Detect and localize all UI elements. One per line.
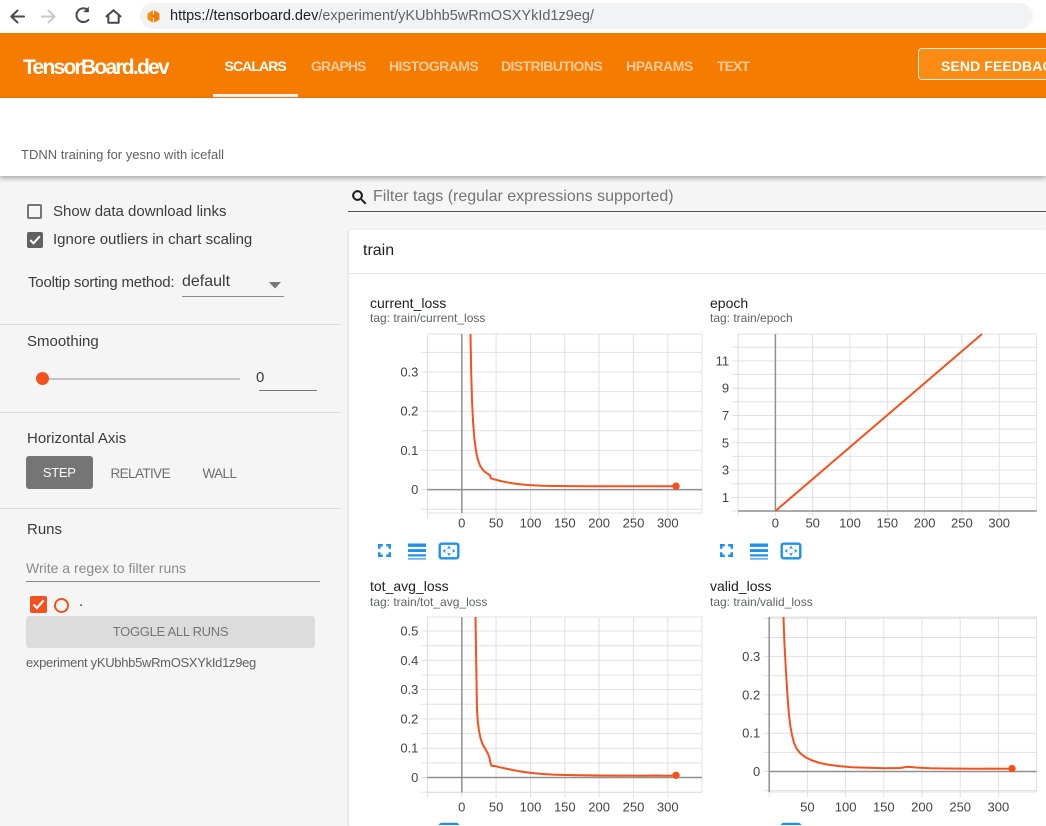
- svg-text:3: 3: [722, 463, 729, 478]
- svg-text:300: 300: [988, 516, 1010, 531]
- svg-text:7: 7: [722, 408, 729, 423]
- svg-text:50: 50: [489, 516, 503, 531]
- svg-text:0.3: 0.3: [400, 682, 418, 697]
- svg-text:250: 250: [623, 516, 645, 531]
- svg-text:0.2: 0.2: [400, 404, 418, 419]
- svg-text:50: 50: [800, 800, 814, 815]
- svg-text:0.3: 0.3: [742, 649, 760, 664]
- svg-text:150: 150: [554, 800, 576, 815]
- svg-text:0.2: 0.2: [400, 711, 418, 726]
- svg-text:0.3: 0.3: [400, 365, 418, 380]
- svg-text:0: 0: [411, 482, 418, 497]
- svg-text:250: 250: [949, 800, 971, 815]
- svg-text:250: 250: [951, 516, 973, 531]
- svg-text:0.1: 0.1: [742, 726, 760, 741]
- svg-text:100: 100: [839, 516, 861, 531]
- svg-text:150: 150: [554, 516, 576, 531]
- svg-text:1: 1: [722, 490, 729, 505]
- svg-text:300: 300: [988, 800, 1010, 815]
- svg-text:200: 200: [911, 800, 933, 815]
- svg-text:0.2: 0.2: [742, 687, 760, 702]
- svg-text:0: 0: [753, 764, 760, 779]
- svg-text:100: 100: [835, 800, 857, 815]
- svg-text:150: 150: [873, 800, 895, 815]
- svg-text:0.1: 0.1: [400, 741, 418, 756]
- svg-text:0.4: 0.4: [400, 653, 418, 668]
- svg-text:0: 0: [411, 770, 418, 785]
- svg-text:0: 0: [458, 516, 465, 531]
- svg-text:100: 100: [520, 800, 542, 815]
- svg-text:0: 0: [458, 800, 465, 815]
- svg-text:11: 11: [716, 353, 730, 368]
- svg-text:100: 100: [520, 516, 542, 531]
- svg-text:300: 300: [657, 800, 679, 815]
- svg-text:9: 9: [722, 381, 729, 396]
- svg-text:0: 0: [772, 516, 779, 531]
- svg-text:0.1: 0.1: [400, 443, 418, 458]
- svg-text:200: 200: [588, 800, 610, 815]
- svg-text:5: 5: [722, 435, 729, 450]
- svg-text:0.5: 0.5: [400, 624, 418, 639]
- svg-text:200: 200: [914, 516, 936, 531]
- svg-text:200: 200: [588, 516, 610, 531]
- svg-text:250: 250: [623, 800, 645, 815]
- svg-text:50: 50: [489, 800, 503, 815]
- svg-text:50: 50: [805, 516, 819, 531]
- svg-text:300: 300: [657, 516, 679, 531]
- svg-text:150: 150: [876, 516, 898, 531]
